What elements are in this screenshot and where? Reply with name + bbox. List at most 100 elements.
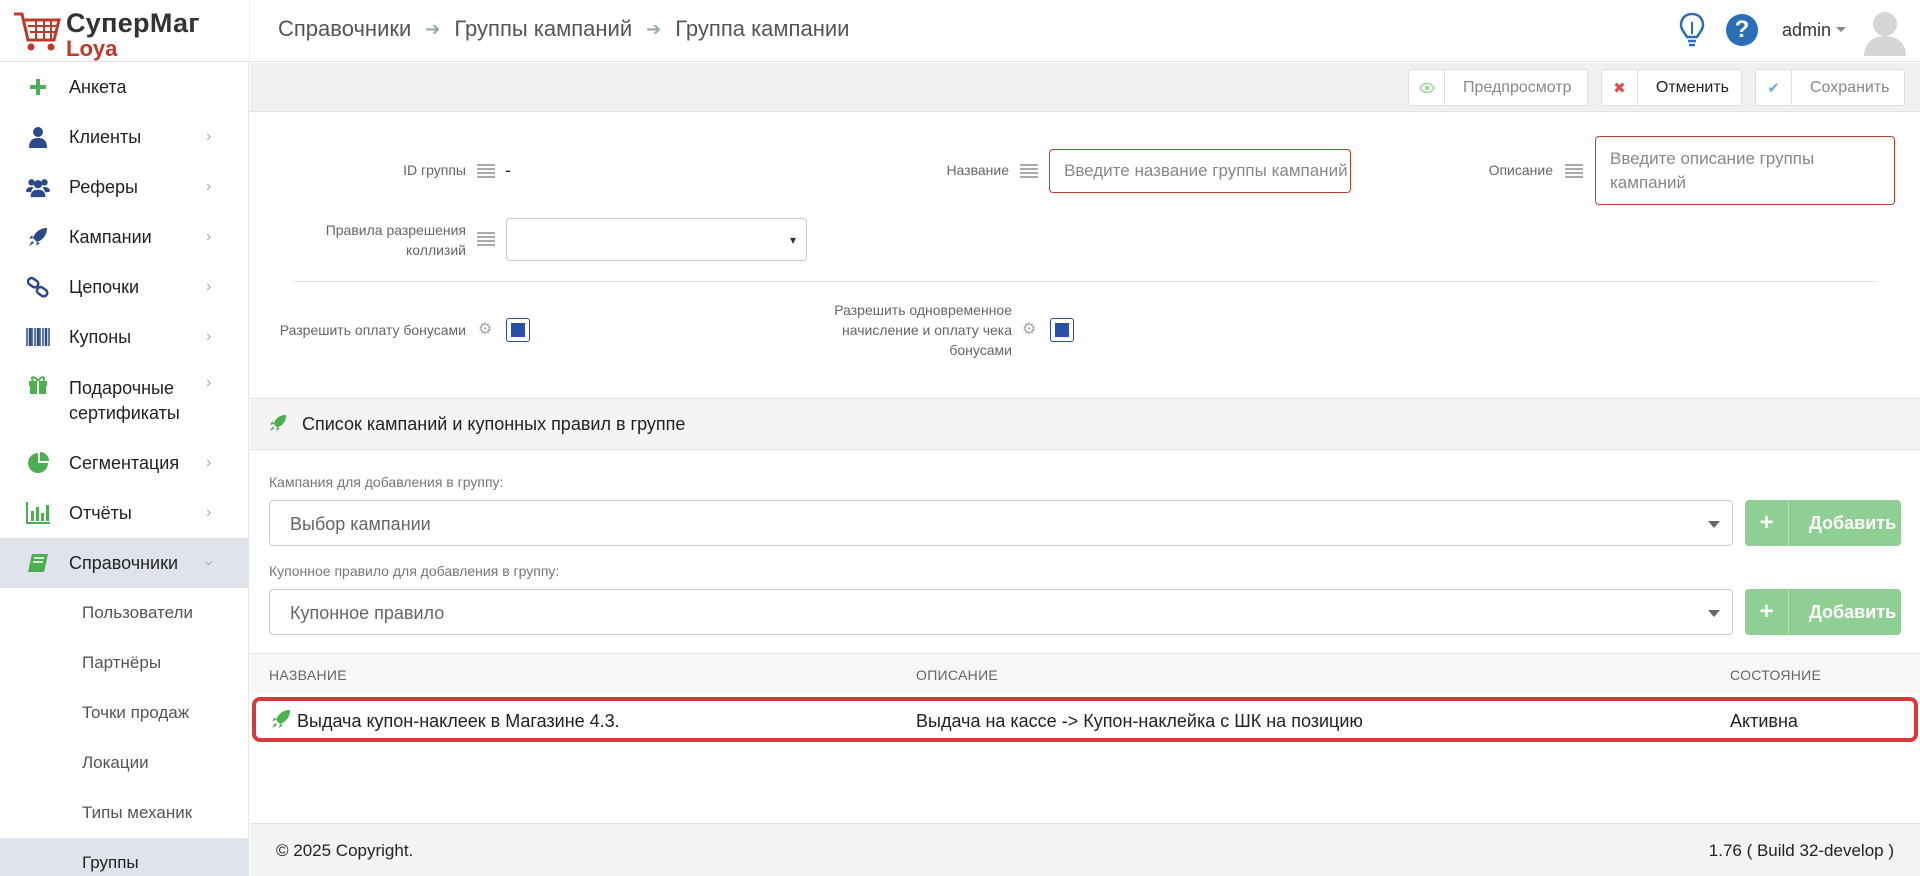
version-text: 1.76 ( Build 32-develop ) (1708, 841, 1894, 860)
action-toolbar: Предпросмотр ✖ Отменить ✔ Сохранить (250, 63, 1920, 112)
save-button[interactable]: ✔ Сохранить (1755, 69, 1905, 106)
plus-icon: + (1745, 589, 1789, 635)
sidebar-item-chains[interactable]: Цепочки › (0, 262, 249, 312)
sidebar-item-segmentation[interactable]: Сегментация › (0, 438, 249, 488)
row-campaign-status: Активна (1730, 711, 1798, 731)
row-campaign-name[interactable]: Выдача купон-наклеек в Магазине 4.3. (297, 711, 620, 732)
campaign-select-value: Выбор кампании (290, 514, 431, 534)
add-coupon-rule-button[interactable]: + Добавить (1745, 589, 1901, 635)
rocket-icon (26, 225, 50, 249)
gear-icon[interactable]: ⚙ (478, 322, 494, 338)
users-icon (26, 175, 50, 199)
breadcrumb-item-campaign-group: Группа кампании (675, 16, 850, 41)
gear-icon[interactable]: ⚙ (1022, 322, 1038, 338)
campaign-list-title: Список кампаний и купонных правил в груп… (302, 414, 686, 434)
simultaneous-accrual-checkbox[interactable] (1050, 318, 1074, 342)
cancel-button[interactable]: ✖ Отменить (1601, 69, 1742, 106)
add-coupon-label: Добавить (1809, 601, 1897, 622)
close-icon: ✖ (1602, 70, 1638, 105)
sidebar-item-label: Кампании (69, 226, 152, 247)
sidebar-subitem-groups[interactable]: Группы (0, 838, 249, 876)
chevron-right-icon: › (206, 278, 212, 295)
id-group-value: - (505, 160, 511, 180)
sidebar-subitem-mechanic-types[interactable]: Типы механик (0, 788, 249, 838)
checkbox-filled-mark (511, 323, 525, 337)
chevron-right-icon: › (206, 328, 212, 345)
simultaneous-accrual-label: Разрешить одновременное начисление и опл… (800, 300, 1012, 360)
sidebar-item-label: Реферы (69, 176, 138, 197)
chevron-down-icon: › (200, 560, 218, 566)
app-logo[interactable]: СуперМаг Loya (8, 6, 248, 61)
sidebar-subitem-label: Точки продаж (82, 703, 190, 722)
book-icon (26, 551, 50, 575)
sidebar-subitem-users[interactable]: Пользователи (0, 588, 249, 638)
bonus-payment-checkbox[interactable] (506, 318, 530, 342)
chevron-right-icon: › (206, 374, 212, 391)
plus-icon (26, 75, 50, 99)
coupon-rule-select[interactable]: Купонное правило (269, 589, 1733, 635)
column-header-status[interactable]: СОСТОЯНИЕ (1730, 667, 1821, 683)
list-lines-icon (1565, 164, 1583, 178)
sidebar-item-label: Анкета (69, 76, 127, 97)
rocket-icon (272, 710, 290, 728)
avatar[interactable] (1862, 8, 1908, 56)
sidebar: Анкета Клиенты › Реферы › Кампании › Цеп… (0, 62, 249, 876)
sidebar-item-label: Подарочные сертификаты (69, 378, 180, 423)
column-header-description[interactable]: ОПИСАНИЕ (916, 667, 998, 683)
sidebar-item-label: Клиенты (69, 126, 142, 147)
plus-icon: + (1745, 500, 1789, 546)
table-row[interactable]: Выдача купон-наклеек в Магазине 4.3. Выд… (252, 697, 1918, 742)
name-input[interactable]: Введите название группы кампаний (1049, 149, 1351, 193)
sidebar-item-questionnaire[interactable]: Анкета (0, 62, 249, 112)
sidebar-item-referrers[interactable]: Реферы › (0, 162, 249, 212)
user-menu-name[interactable]: admin (1782, 20, 1831, 41)
collision-rules-select[interactable]: ▾ (506, 218, 807, 261)
arrow-right-icon: ➔ (646, 18, 662, 39)
simul-label-line-2: начисление и оплату чека (842, 322, 1012, 338)
sidebar-subitem-label: Группы (82, 853, 139, 872)
list-lines-icon (477, 164, 495, 178)
add-campaign-button[interactable]: + Добавить (1745, 500, 1901, 546)
bonus-payment-label: Разрешить оплату бонусами (279, 322, 466, 338)
chevron-right-icon: › (206, 178, 212, 195)
sidebar-item-label: Цепочки (69, 276, 139, 297)
caret-down-icon[interactable] (1836, 27, 1846, 32)
sidebar-item-label: Купоны (69, 326, 132, 347)
sidebar-item-label: Отчёты (69, 502, 132, 523)
sidebar-item-coupons[interactable]: Купоны › (0, 312, 249, 362)
chevron-down-icon: ▾ (789, 232, 796, 247)
sidebar-subitem-partners[interactable]: Партнёры (0, 638, 249, 688)
description-textarea[interactable]: Введите описание группы кампаний (1595, 136, 1895, 205)
lightbulb-icon[interactable] (1679, 12, 1705, 48)
caret-down-icon (1708, 521, 1720, 528)
breadcrumb-item-references[interactable]: Справочники (278, 16, 411, 42)
sidebar-item-reports[interactable]: Отчёты › (0, 488, 249, 538)
chevron-right-icon: › (206, 504, 212, 521)
caret-down-icon (1708, 610, 1720, 617)
checkbox-filled-mark (1055, 323, 1069, 337)
list-lines-icon (477, 232, 495, 246)
chain-icon (26, 275, 50, 299)
cart-logo-icon (14, 12, 61, 51)
column-header-name[interactable]: НАЗВАНИЕ (269, 667, 347, 683)
sidebar-item-references[interactable]: Справочники › (0, 538, 249, 588)
campaign-select[interactable]: Выбор кампании (269, 500, 1733, 546)
sidebar-subitem-locations[interactable]: Локации (0, 738, 249, 788)
arrow-right-icon: ➔ (425, 18, 441, 39)
check-icon: ✔ (1756, 70, 1792, 105)
row-campaign-description: Выдача на кассе -> Купон-наклейка с ШК н… (916, 711, 1363, 731)
help-icon[interactable]: ? (1726, 14, 1758, 46)
table-header: НАЗВАНИЕ ОПИСАНИЕ СОСТОЯНИЕ (250, 653, 1920, 693)
sidebar-item-clients[interactable]: Клиенты › (0, 112, 249, 162)
collision-label-line-2: коллизий (406, 242, 466, 258)
user-icon (26, 125, 50, 149)
breadcrumb-item-campaign-groups[interactable]: Группы кампаний (454, 16, 632, 42)
sidebar-subitem-sales-points[interactable]: Точки продаж (0, 688, 249, 738)
chevron-right-icon: › (206, 454, 212, 471)
sidebar-item-gift-certificates[interactable]: Подарочные сертификаты › (0, 362, 249, 438)
sidebar-item-campaigns[interactable]: Кампании › (0, 212, 249, 262)
name-label: Название (946, 162, 1009, 178)
sidebar-subitem-label: Партнёры (82, 653, 162, 672)
copyright-text: © 2025 Copyright. (276, 841, 414, 860)
preview-button[interactable]: Предпросмотр (1408, 69, 1588, 106)
